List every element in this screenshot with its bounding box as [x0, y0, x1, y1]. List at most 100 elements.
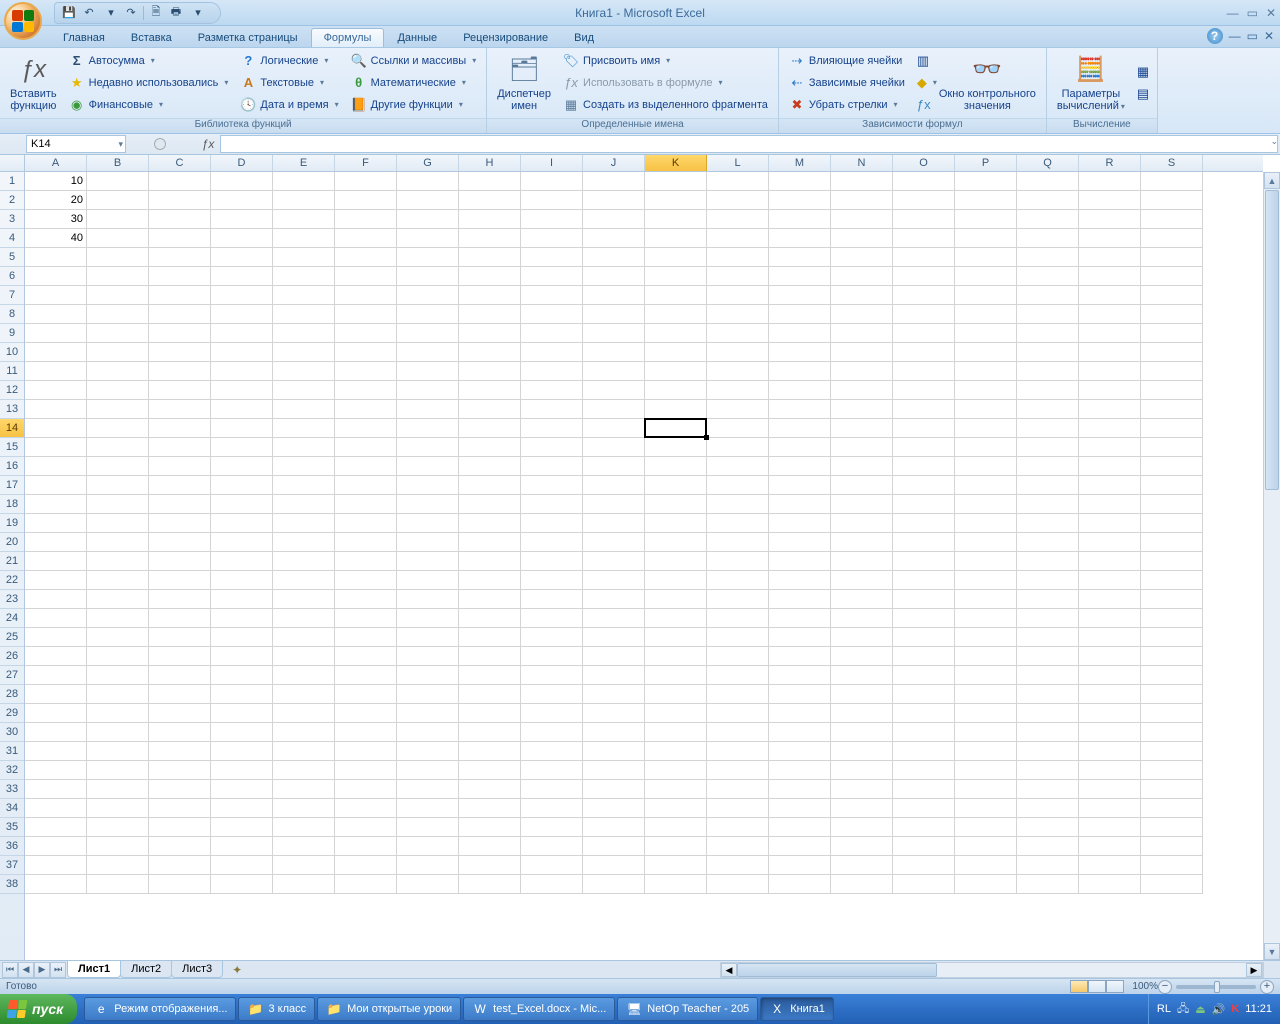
cell[interactable]: [459, 248, 521, 267]
cell[interactable]: [583, 419, 645, 438]
cell[interactable]: [707, 324, 769, 343]
cell[interactable]: [893, 571, 955, 590]
cell[interactable]: [1079, 381, 1141, 400]
qat-customize-icon[interactable]: ▾: [190, 5, 206, 21]
column-header[interactable]: C: [149, 155, 211, 171]
cell[interactable]: [769, 362, 831, 381]
cell[interactable]: [521, 191, 583, 210]
cell[interactable]: [583, 761, 645, 780]
cell[interactable]: [397, 400, 459, 419]
cell[interactable]: [87, 875, 149, 894]
cell[interactable]: [583, 628, 645, 647]
cell[interactable]: [1141, 685, 1203, 704]
zoom-in-button[interactable]: +: [1260, 980, 1274, 994]
cell[interactable]: [1079, 419, 1141, 438]
cell[interactable]: [893, 704, 955, 723]
start-button[interactable]: пуск: [0, 994, 77, 1024]
cell[interactable]: [149, 191, 211, 210]
cell[interactable]: [1141, 229, 1203, 248]
cell[interactable]: [893, 248, 955, 267]
cell[interactable]: [87, 514, 149, 533]
cell[interactable]: [831, 419, 893, 438]
cell[interactable]: [149, 856, 211, 875]
cell[interactable]: [645, 799, 707, 818]
cell[interactable]: [893, 495, 955, 514]
help-icon[interactable]: ?: [1207, 28, 1223, 44]
cell[interactable]: [87, 856, 149, 875]
tab-page-layout[interactable]: Разметка страницы: [185, 28, 311, 47]
cell[interactable]: [1017, 799, 1079, 818]
cell[interactable]: [149, 590, 211, 609]
cell[interactable]: [583, 723, 645, 742]
cell[interactable]: [397, 324, 459, 343]
cell[interactable]: [149, 457, 211, 476]
cell[interactable]: [25, 400, 87, 419]
cell[interactable]: [149, 495, 211, 514]
autosum-button[interactable]: ΣАвтосумма▾: [66, 50, 232, 71]
cell[interactable]: [459, 495, 521, 514]
cell[interactable]: [459, 476, 521, 495]
cell[interactable]: [521, 324, 583, 343]
cell[interactable]: [25, 495, 87, 514]
cell[interactable]: [583, 704, 645, 723]
cell[interactable]: [211, 210, 273, 229]
cell[interactable]: [25, 856, 87, 875]
cell[interactable]: [87, 628, 149, 647]
cell[interactable]: [521, 381, 583, 400]
cell[interactable]: [1141, 818, 1203, 837]
cell[interactable]: [769, 875, 831, 894]
cell[interactable]: [273, 571, 335, 590]
cell[interactable]: [25, 286, 87, 305]
cell[interactable]: [25, 799, 87, 818]
cell[interactable]: [707, 590, 769, 609]
cell[interactable]: [955, 210, 1017, 229]
cells-area[interactable]: 10203040: [25, 172, 1263, 960]
cell[interactable]: [25, 248, 87, 267]
cell[interactable]: [521, 837, 583, 856]
horizontal-scrollbar[interactable]: ◀ ▶: [720, 962, 1263, 978]
cell[interactable]: [583, 210, 645, 229]
row-header[interactable]: 1: [0, 172, 24, 191]
cell[interactable]: [397, 438, 459, 457]
cell[interactable]: [645, 495, 707, 514]
cell[interactable]: [397, 761, 459, 780]
row-header[interactable]: 10: [0, 343, 24, 362]
cell[interactable]: [87, 267, 149, 286]
cell[interactable]: [211, 305, 273, 324]
cell[interactable]: [149, 343, 211, 362]
cell[interactable]: [459, 685, 521, 704]
cell[interactable]: [955, 305, 1017, 324]
cell[interactable]: [459, 609, 521, 628]
cell[interactable]: 20: [25, 191, 87, 210]
cell[interactable]: [955, 248, 1017, 267]
cell[interactable]: [1079, 191, 1141, 210]
cell[interactable]: [459, 856, 521, 875]
cell[interactable]: [831, 267, 893, 286]
cell[interactable]: [955, 704, 1017, 723]
cell[interactable]: [769, 438, 831, 457]
cell[interactable]: [87, 723, 149, 742]
cell[interactable]: [397, 875, 459, 894]
cell[interactable]: [149, 286, 211, 305]
sheet-tab[interactable]: Лист2: [120, 961, 172, 978]
cell[interactable]: [769, 571, 831, 590]
cell[interactable]: [707, 761, 769, 780]
row-header[interactable]: 34: [0, 799, 24, 818]
cell[interactable]: [645, 761, 707, 780]
cell[interactable]: [1017, 723, 1079, 742]
cell[interactable]: [893, 400, 955, 419]
cell[interactable]: [25, 685, 87, 704]
row-header[interactable]: 32: [0, 761, 24, 780]
cell[interactable]: [335, 628, 397, 647]
cell[interactable]: [521, 514, 583, 533]
cell[interactable]: [273, 495, 335, 514]
row-header[interactable]: 18: [0, 495, 24, 514]
tray-antivirus-icon[interactable]: K: [1231, 1003, 1239, 1015]
cell[interactable]: [1079, 799, 1141, 818]
cell[interactable]: [769, 457, 831, 476]
row-header[interactable]: 8: [0, 305, 24, 324]
column-header[interactable]: G: [397, 155, 459, 171]
cell[interactable]: [645, 381, 707, 400]
cell[interactable]: [397, 457, 459, 476]
cell[interactable]: [335, 362, 397, 381]
